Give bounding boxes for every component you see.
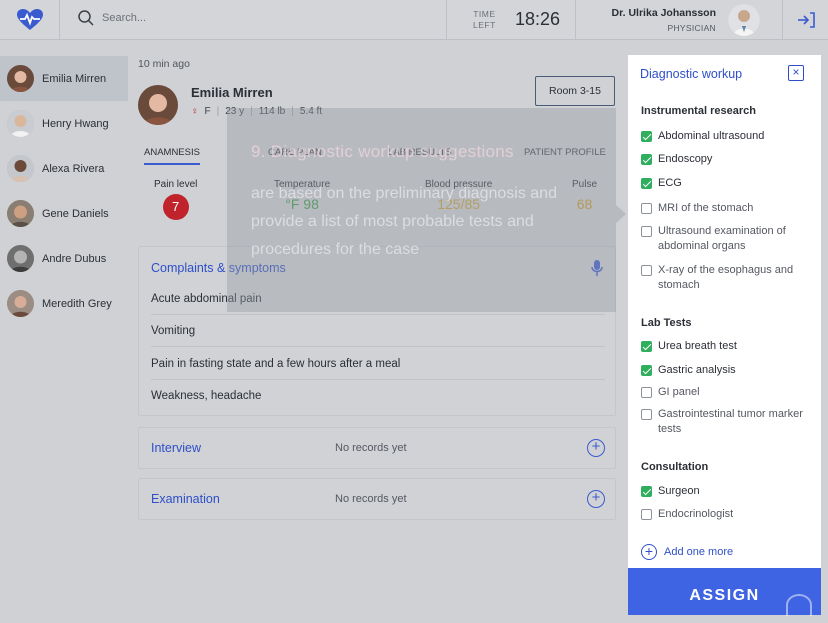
tab-anamnesis[interactable]: ANAMNESIS [144, 147, 200, 165]
time-ago: 10 min ago [138, 58, 190, 70]
avatar [7, 200, 34, 227]
checkbox-item[interactable]: MRI of the stomach [641, 201, 813, 216]
checkbox-item[interactable]: Gastric analysis [641, 363, 813, 378]
checkbox[interactable] [641, 265, 652, 276]
examination-status: No records yet [335, 493, 407, 505]
female-icon: ♀ [191, 106, 199, 117]
doctor-name: Dr. Ulrika Johansson [611, 7, 716, 19]
add-interview-button[interactable]: + [587, 439, 605, 457]
top-bar: Search... TIME LEFT 18:26 Dr. Ulrika Joha… [0, 0, 828, 40]
list-item: Vomiting [151, 315, 605, 347]
checkbox[interactable] [641, 509, 652, 520]
patient-item[interactable]: Gene Daniels [0, 191, 128, 236]
tap-cursor-icon [786, 594, 812, 616]
checkbox[interactable] [641, 365, 652, 376]
checkbox-item[interactable]: Abdominal ultrasound [641, 129, 813, 144]
checkbox-item[interactable]: X-ray of the esophagus and stomach [641, 263, 813, 293]
examination-card: Examination No records yet + [138, 478, 616, 520]
search-icon [78, 10, 94, 26]
heart-pulse-icon [16, 9, 43, 30]
time-left-box: TIME LEFT 18:26 [446, 0, 576, 40]
interview-status: No records yet [335, 442, 407, 454]
checkbox[interactable] [641, 226, 652, 237]
avatar [7, 65, 34, 92]
time-left-label: TIME LEFT [473, 9, 496, 30]
checkbox-item[interactable]: ECG [641, 176, 813, 191]
patient-item[interactable]: Emilia Mirren [0, 56, 128, 101]
onboarding-tooltip: 9. Diagnostic workup suggestions are bas… [227, 108, 626, 312]
avatar [7, 245, 34, 272]
tooltip-title: 9. Diagnostic workup suggestions [251, 142, 514, 161]
checkbox[interactable] [641, 341, 652, 352]
checkbox-item[interactable]: Endocrinologist [641, 507, 813, 522]
interview-card: Interview No records yet + [138, 427, 616, 469]
checkbox[interactable] [641, 486, 652, 497]
checkbox-item[interactable]: Ultrasound examination of abdominal orga… [641, 224, 813, 254]
room-button[interactable]: Room 3-15 [535, 76, 615, 106]
checkbox[interactable] [641, 154, 652, 165]
pain-level: Pain level 7 [154, 179, 197, 220]
checkbox[interactable] [641, 203, 652, 214]
app-logo[interactable] [0, 0, 60, 40]
patient-list: Emilia Mirren Henry Hwang Alexa Rivera G… [0, 56, 128, 326]
panel-title: Diagnostic workup [640, 67, 743, 81]
checkbox-item[interactable]: Gastrointestinal tumor marker tests [641, 407, 813, 437]
interview-title[interactable]: Interview [151, 441, 201, 455]
patient-item[interactable]: Henry Hwang [0, 101, 128, 146]
doctor-info: Dr. Ulrika Johansson PHYSICIAN [612, 7, 716, 33]
patient-item[interactable]: Meredith Grey [0, 281, 128, 326]
tooltip-arrow [616, 205, 626, 223]
checkbox[interactable] [641, 409, 652, 420]
examination-title[interactable]: Examination [151, 492, 220, 506]
patient-item[interactable]: Alexa Rivera [0, 146, 128, 191]
plus-circle-icon: + [641, 544, 657, 560]
pain-badge: 7 [162, 194, 189, 220]
doctor-avatar[interactable] [728, 4, 760, 36]
list-item: Pain in fasting state and a few hours af… [151, 348, 605, 380]
avatar [7, 155, 34, 182]
checkbox-item[interactable]: Surgeon [641, 484, 813, 499]
diagnostic-workup-panel: Diagnostic workup × Instrumental researc… [628, 55, 821, 615]
section-title: Lab Tests [641, 317, 692, 329]
checkbox[interactable] [641, 178, 652, 189]
doctor-role: PHYSICIAN [667, 23, 716, 33]
avatar [7, 290, 34, 317]
checkbox[interactable] [641, 387, 652, 398]
list-item: Weakness, headache [151, 390, 262, 402]
avatar [7, 110, 34, 137]
patient-avatar [138, 85, 178, 125]
tooltip-body: are based on the preliminary diagnosis a… [251, 185, 557, 258]
checkbox[interactable] [641, 131, 652, 142]
add-examination-button[interactable]: + [587, 490, 605, 508]
search-input[interactable]: Search... [102, 12, 146, 24]
close-icon[interactable]: × [788, 65, 804, 81]
checkbox-item[interactable]: Urea breath test [641, 339, 813, 354]
checkbox-item[interactable]: Endoscopy [641, 152, 813, 167]
patient-item[interactable]: Andre Dubus [0, 236, 128, 281]
time-left-value: 18:26 [515, 9, 561, 29]
section-title: Instrumental research [641, 105, 756, 117]
checkbox-item[interactable]: GI panel [641, 385, 813, 400]
logout-button[interactable] [782, 0, 828, 40]
search-bar[interactable]: Search... [78, 10, 146, 26]
add-one-more-button[interactable]: + Add one more [641, 544, 733, 560]
section-title: Consultation [641, 461, 709, 473]
logout-icon [797, 12, 815, 28]
patient-detail: 10 min ago Emilia Mirren ♀ F | 23 y | 114 … [138, 58, 616, 520]
patient-name: Emilia Mirren [191, 85, 273, 100]
